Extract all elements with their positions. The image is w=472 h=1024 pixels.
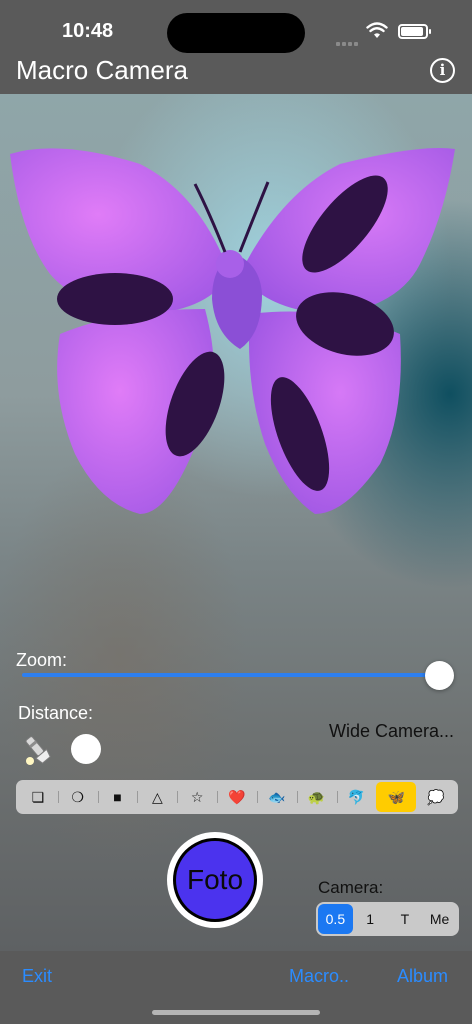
camera-lens-selector[interactable]: 0.5 1 T Me	[316, 902, 459, 936]
zoom-slider-track[interactable]	[22, 673, 440, 677]
bottom-toolbar: Exit Macro.. Album	[0, 951, 472, 1024]
top-bar: 10:48 Macro Camera i	[0, 0, 472, 94]
butterfly-subject	[10, 148, 455, 514]
foto-capture-button[interactable]: Foto	[167, 832, 263, 928]
info-icon[interactable]: i	[430, 58, 455, 83]
wide-camera-button[interactable]: Wide Camera...	[329, 721, 454, 742]
shape-thought-bubble[interactable]: 💭	[416, 782, 456, 812]
distance-label: Distance:	[18, 703, 94, 723]
home-indicator	[152, 1010, 320, 1015]
camera-preview[interactable]: Zoom: Distance: Wide Camera... ❏ ❍ ■ △ ☆…	[0, 94, 472, 951]
camera-option-me[interactable]: Me	[422, 904, 457, 934]
camera-option-t[interactable]: T	[388, 904, 423, 934]
zoom-label: Zoom:	[16, 650, 68, 670]
camera-label: Camera:	[318, 878, 384, 897]
shape-dolphin[interactable]: 🐬	[336, 782, 377, 812]
camera-option-0-5[interactable]: 0.5	[318, 904, 353, 934]
shape-selector[interactable]: ❏ ❍ ■ △ ☆ ❤️ 🐟 🐢 🐬 🦋 💭	[16, 780, 458, 814]
shape-heart[interactable]: ❤️	[217, 782, 257, 812]
wifi-icon	[366, 22, 388, 38]
shape-fish[interactable]: 🐟	[256, 782, 297, 812]
zoom-slider-thumb[interactable]	[425, 661, 454, 690]
flashlight-icon[interactable]	[22, 733, 54, 767]
battery-icon	[398, 24, 431, 39]
shape-triangle[interactable]: △	[137, 782, 177, 812]
page-title: Macro Camera	[16, 55, 188, 85]
exit-button[interactable]: Exit	[22, 966, 52, 987]
cellular-signal-icon	[336, 33, 360, 51]
shape-square-filled[interactable]: ■	[97, 782, 138, 812]
macro-button[interactable]: Macro..	[289, 966, 349, 987]
shape-square-outline[interactable]: ❏	[18, 782, 58, 812]
shape-circle-outline[interactable]: ❍	[57, 782, 98, 812]
camera-option-1[interactable]: 1	[353, 904, 388, 934]
capture-ring: Foto	[173, 838, 257, 922]
distance-indicator[interactable]	[71, 734, 101, 764]
shape-butterfly[interactable]: 🦋	[376, 782, 417, 812]
shape-turtle[interactable]: 🐢	[296, 782, 337, 812]
capture-label: Foto	[176, 841, 254, 919]
status-time: 10:48	[62, 20, 114, 42]
dynamic-island	[167, 13, 305, 53]
shape-star[interactable]: ☆	[177, 782, 217, 812]
album-button[interactable]: Album	[397, 966, 448, 987]
